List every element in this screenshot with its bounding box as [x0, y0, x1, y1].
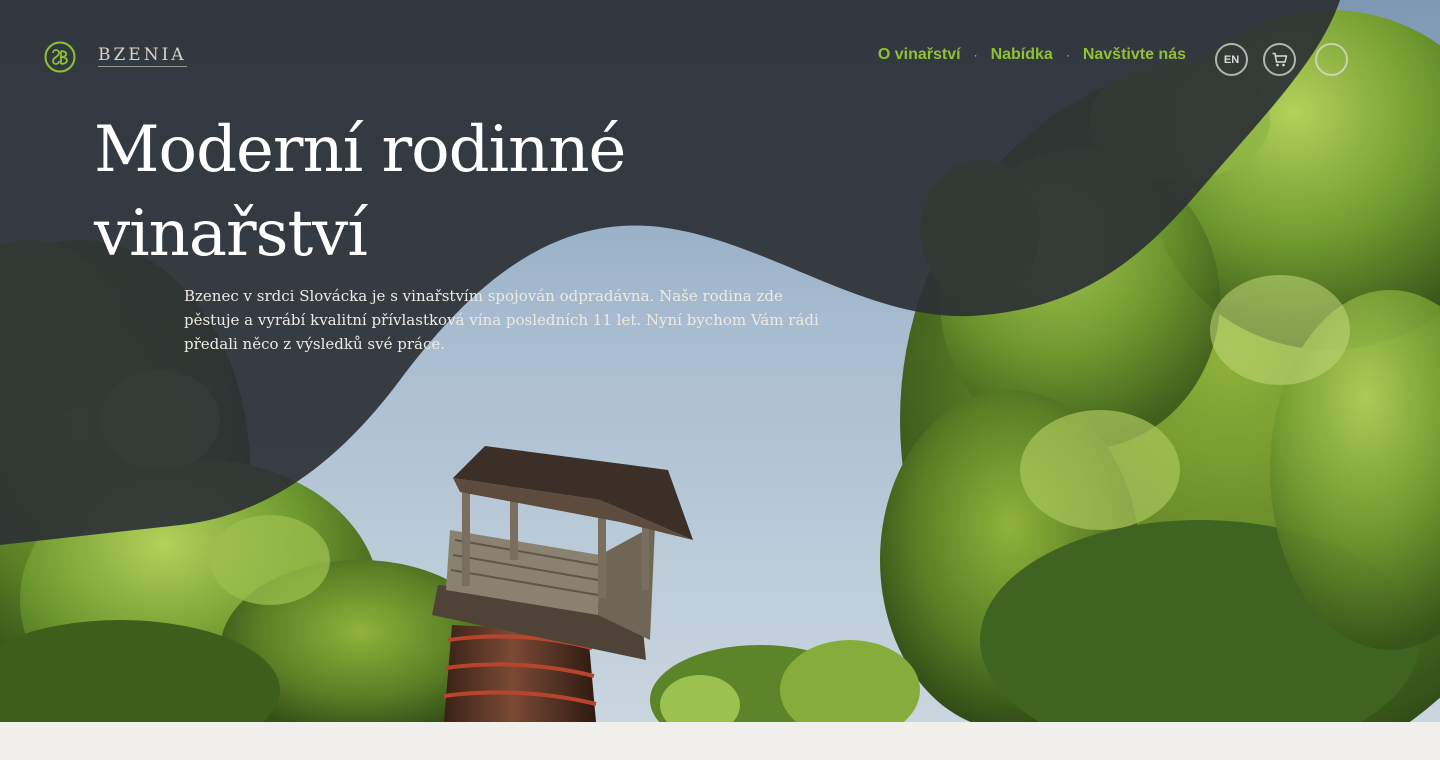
cart-icon — [1272, 52, 1288, 67]
hero-title: Moderní rodinné vinařství — [94, 113, 626, 271]
hero-section: BZENIA O vinařství · Nabídka · Navštivte… — [0, 0, 1440, 722]
cart-button[interactable] — [1263, 43, 1296, 76]
brand-name: BZENIA — [98, 45, 187, 67]
bzenia-monogram-icon — [44, 41, 76, 73]
nav-item-o-vinarstvi[interactable]: O vinařství — [878, 46, 961, 64]
brand-logo[interactable]: BZENIA — [44, 41, 187, 73]
page-content-start — [0, 722, 1440, 760]
nav-item-nabidka[interactable]: Nabídka — [991, 46, 1053, 64]
nav-item-navstivte-nas[interactable]: Navštivte nás — [1083, 46, 1186, 64]
nav-separator: · — [1065, 48, 1070, 62]
lookout-tower-image — [432, 446, 693, 722]
nav-separator: · — [973, 48, 978, 62]
account-button[interactable] — [1315, 43, 1348, 76]
language-switch-button[interactable]: EN — [1215, 43, 1248, 76]
main-navigation: O vinařství · Nabídka · Navštivte nás — [878, 46, 1186, 64]
vine-leaves-bottom — [650, 640, 920, 722]
hero-intro-text: Bzenec v srdci Slovácka je s vinařstvím … — [184, 287, 819, 353]
language-label: EN — [1223, 53, 1240, 66]
